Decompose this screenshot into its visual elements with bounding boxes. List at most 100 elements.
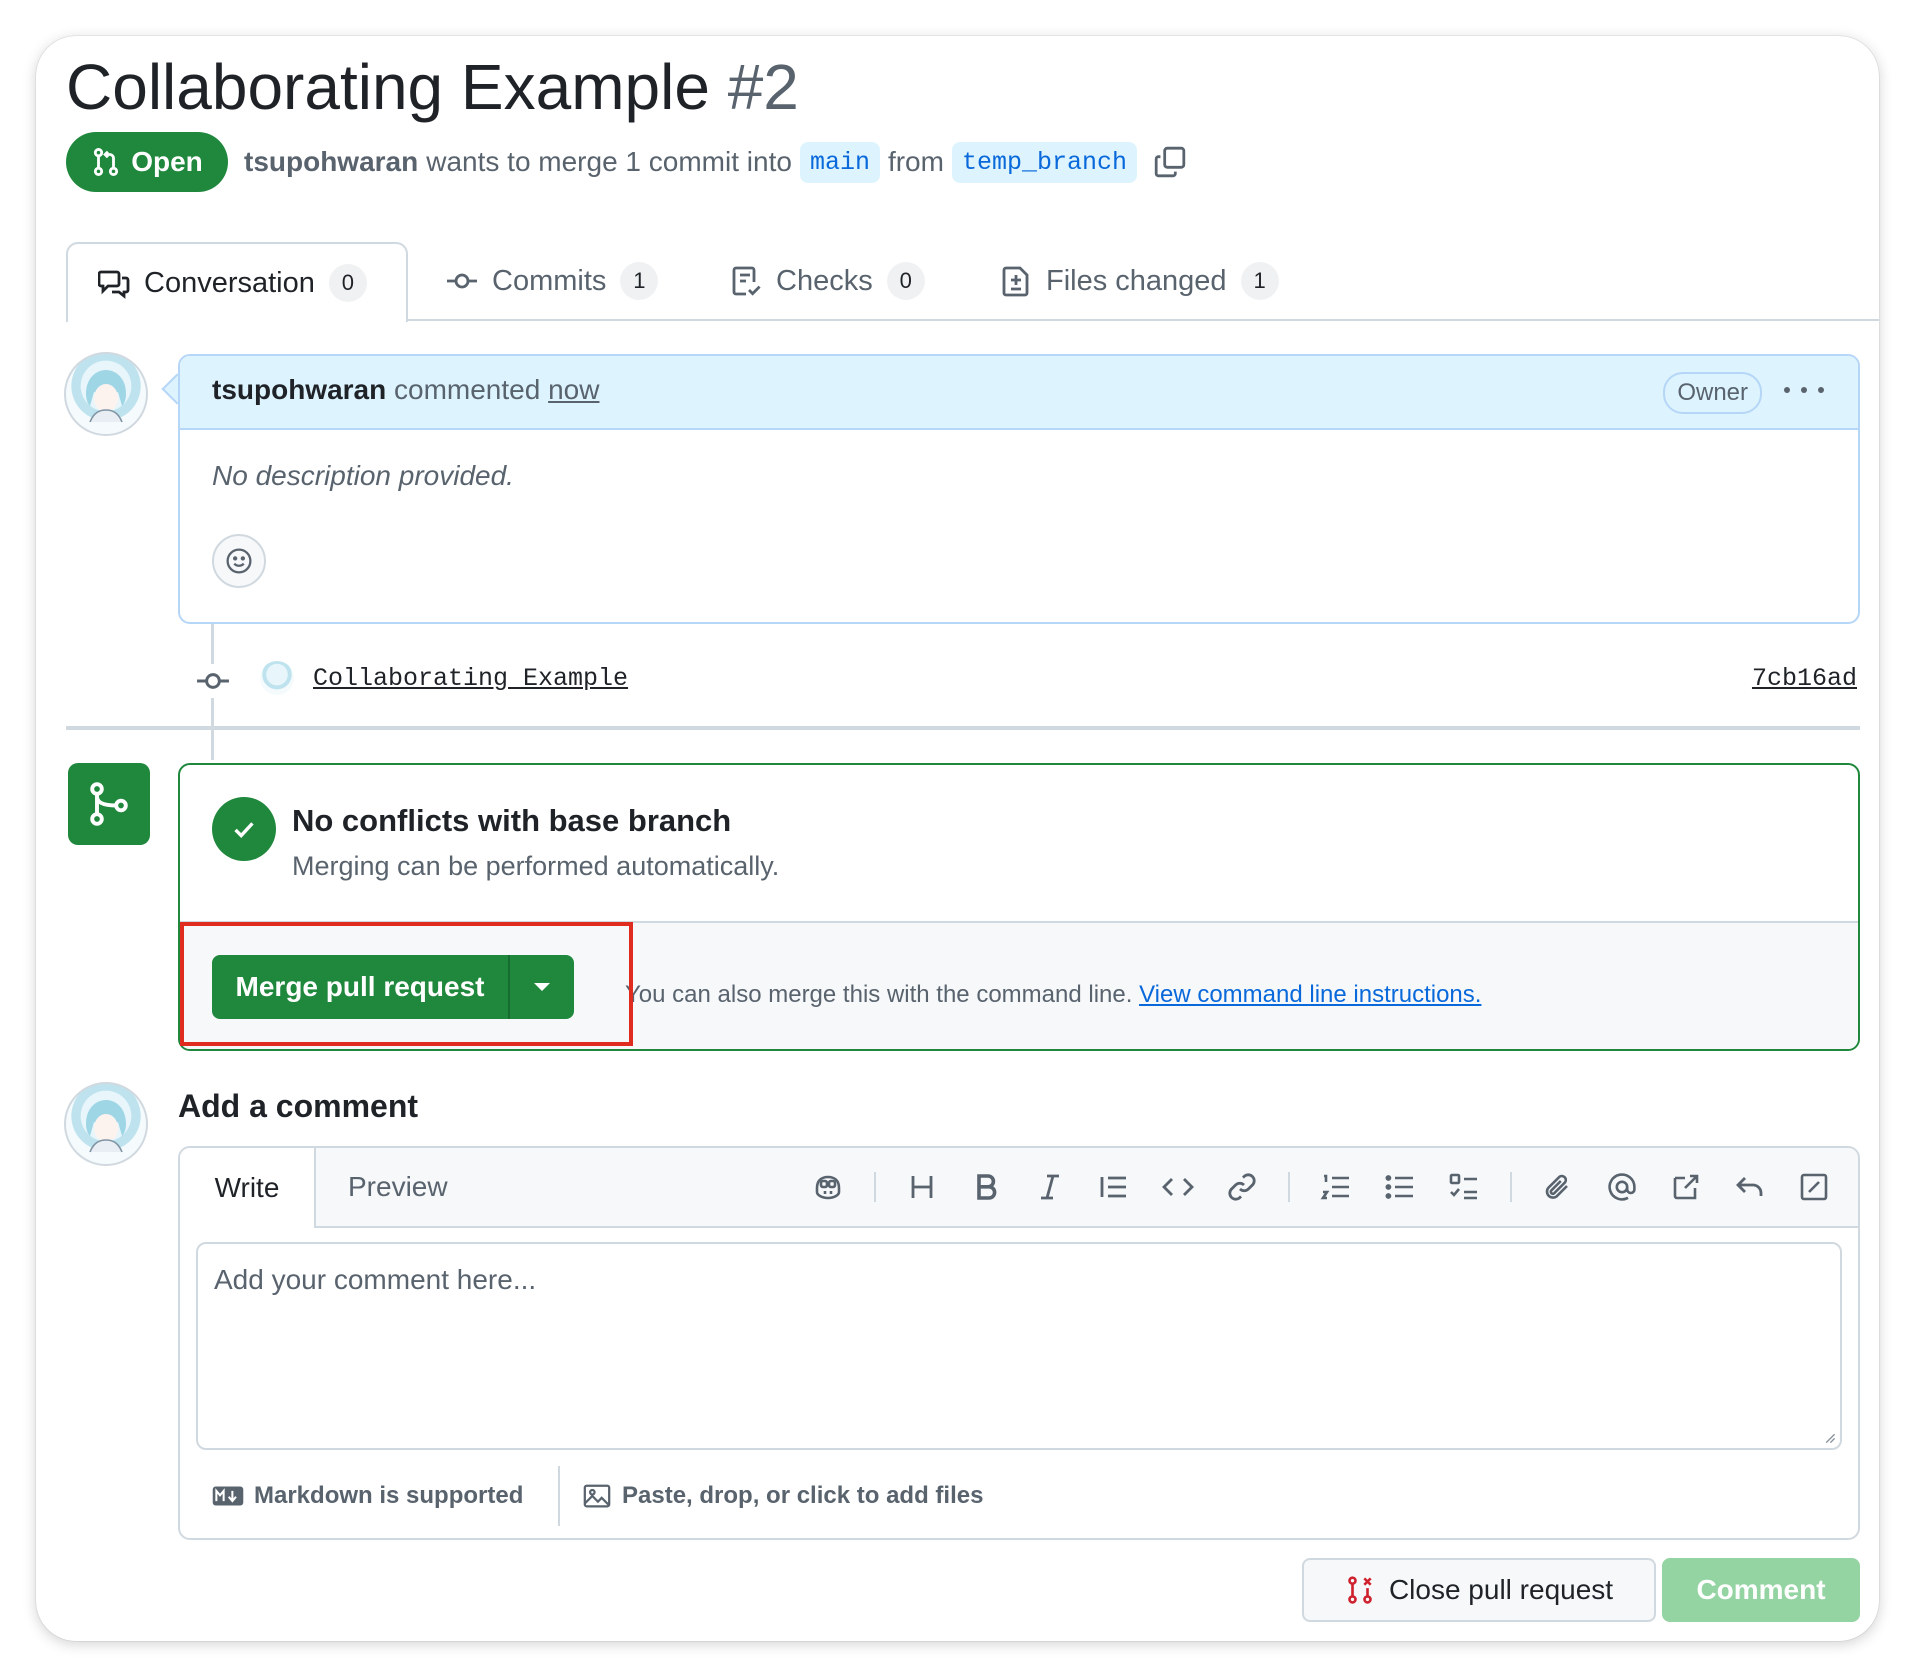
comment-body: No description provided. — [212, 460, 514, 491]
pull-request-closed-icon — [1348, 1576, 1372, 1604]
commit-message-link[interactable]: Collaborating Example — [313, 664, 628, 693]
tab-write[interactable]: Write — [180, 1148, 316, 1228]
code-icon[interactable] — [1146, 1155, 1210, 1219]
file-diff-icon — [1002, 266, 1029, 297]
comment-author[interactable]: tsupohwaran — [212, 374, 386, 405]
merge-pull-request-button[interactable]: Merge pull request — [212, 955, 510, 1019]
tab-files-changed-count: 1 — [1240, 262, 1279, 300]
toolbar-separator — [874, 1172, 876, 1202]
bold-icon[interactable] — [954, 1155, 1018, 1219]
conversation-icon — [98, 270, 130, 299]
cross-reference-icon[interactable] — [1654, 1155, 1718, 1219]
commit-author-avatar[interactable] — [260, 661, 294, 695]
commit-icon — [196, 664, 230, 698]
merge-text: wants to merge 1 commit into — [426, 146, 792, 177]
close-pull-request-button[interactable]: Close pull request — [1302, 1558, 1656, 1622]
resize-handle-icon[interactable] — [1822, 1430, 1836, 1444]
markdown-icon — [212, 1486, 244, 1506]
from-text: from — [887, 146, 944, 177]
avatar[interactable] — [64, 352, 148, 436]
copy-icon[interactable] — [1153, 145, 1187, 179]
tab-checks-label: Checks — [776, 264, 873, 297]
footer-separator — [558, 1466, 560, 1526]
tab-commits-label: Commits — [492, 264, 607, 297]
comment-header: tsupohwaran commented now Owner — [180, 356, 1858, 430]
pr-meta: tsupohwaran wants to merge 1 commit into… — [244, 132, 1187, 192]
close-button-label: Close pull request — [1388, 1574, 1614, 1605]
comment-box: tsupohwaran commented now Owner No descr… — [178, 354, 1860, 624]
editor-header: Write Preview — [180, 1148, 1858, 1228]
fullscreen-icon[interactable] — [1782, 1155, 1846, 1219]
avatar-image — [86, 1100, 126, 1153]
cli-hint-text: You can also merge this with the command… — [625, 981, 1133, 1008]
avatar-image — [86, 370, 126, 423]
head-branch[interactable]: temp_branch — [951, 141, 1137, 183]
comment-editor: Write Preview Add your comment here... M… — [178, 1146, 1860, 1540]
comment-verb: commented — [394, 374, 541, 405]
pull-request-window: Collaborating Example #2 Open tsupohwara… — [36, 36, 1879, 1641]
comment-button[interactable]: Comment — [1662, 1558, 1860, 1622]
avatar[interactable] — [64, 1082, 148, 1166]
status-label: Open — [131, 146, 203, 177]
comment-author-line: tsupohwaran commented now — [212, 374, 599, 406]
smiley-icon — [226, 548, 252, 574]
merge-box: No conflicts with base branch Merging ca… — [178, 763, 1860, 1051]
commit-icon — [447, 273, 477, 289]
tab-files-changed-label: Files changed — [1046, 264, 1227, 297]
merge-button-group: Merge pull request — [212, 955, 574, 1019]
merge-footer: Merge pull request You can also merge th… — [180, 921, 1858, 1049]
tab-preview[interactable]: Preview — [348, 1148, 448, 1226]
page-title: Collaborating Example #2 — [66, 42, 799, 132]
tab-conversation[interactable]: Conversation 0 — [66, 242, 408, 322]
copilot-icon[interactable] — [796, 1155, 860, 1219]
comment-placeholder: Add your comment here... — [214, 1264, 537, 1295]
tab-files-changed[interactable]: Files changed 1 — [1000, 242, 1279, 320]
reply-icon[interactable] — [1718, 1155, 1782, 1219]
status-badge: Open — [66, 132, 228, 192]
merge-options-dropdown[interactable] — [510, 955, 574, 1019]
attach-files-label: Paste, drop, or click to add files — [622, 1482, 984, 1509]
heading-icon[interactable] — [890, 1155, 954, 1219]
tab-checks[interactable]: Checks 0 — [730, 242, 925, 320]
base-branch[interactable]: main — [799, 141, 880, 183]
image-icon — [583, 1484, 611, 1508]
add-reaction-button[interactable] — [212, 534, 266, 588]
italic-icon[interactable] — [1018, 1155, 1082, 1219]
cli-instructions-link[interactable]: View command line instructions. — [1139, 981, 1481, 1008]
caret-down-icon — [534, 983, 550, 991]
markdown-note[interactable]: Markdown is supported — [212, 1476, 523, 1516]
toolbar-separator — [1288, 1172, 1290, 1202]
commit-sha-link[interactable]: 7cb16ad — [1752, 664, 1857, 693]
mention-icon[interactable] — [1590, 1155, 1654, 1219]
task-list-icon[interactable] — [1432, 1155, 1496, 1219]
formatting-toolbar — [796, 1148, 1846, 1226]
owner-badge: Owner — [1663, 372, 1762, 414]
link-icon[interactable] — [1210, 1155, 1274, 1219]
toolbar-separator — [1510, 1172, 1512, 1202]
kebab-menu-icon[interactable] — [1784, 374, 1824, 406]
pr-number: #2 — [727, 51, 799, 123]
add-comment-title: Add a comment — [178, 1088, 419, 1124]
merge-status-icon — [68, 763, 150, 845]
paperclip-icon[interactable] — [1526, 1155, 1590, 1219]
timeline-divider — [66, 726, 1860, 730]
pr-title-text: Collaborating Example — [66, 51, 710, 123]
tab-conversation-count: 0 — [328, 264, 367, 302]
tab-commits[interactable]: Commits 1 — [446, 242, 659, 320]
quote-icon[interactable] — [1082, 1155, 1146, 1219]
tab-checks-count: 0 — [886, 262, 925, 300]
comment-textarea[interactable]: Add your comment here... — [196, 1242, 1842, 1450]
ordered-list-icon[interactable] — [1304, 1155, 1368, 1219]
tab-conversation-label: Conversation — [144, 266, 315, 299]
cli-hint: You can also merge this with the command… — [625, 981, 1481, 1009]
pull-request-icon — [94, 148, 119, 176]
tab-commits-count: 1 — [620, 262, 659, 300]
checks-icon — [732, 266, 761, 296]
comment-timestamp[interactable]: now — [548, 374, 599, 405]
git-merge-icon — [90, 782, 128, 826]
markdown-note-label: Markdown is supported — [254, 1482, 524, 1509]
merge-status-subtitle: Merging can be performed automatically. — [292, 851, 780, 881]
unordered-list-icon[interactable] — [1368, 1155, 1432, 1219]
attach-files[interactable]: Paste, drop, or click to add files — [582, 1476, 983, 1516]
pr-author-link[interactable]: tsupohwaran — [244, 146, 418, 178]
